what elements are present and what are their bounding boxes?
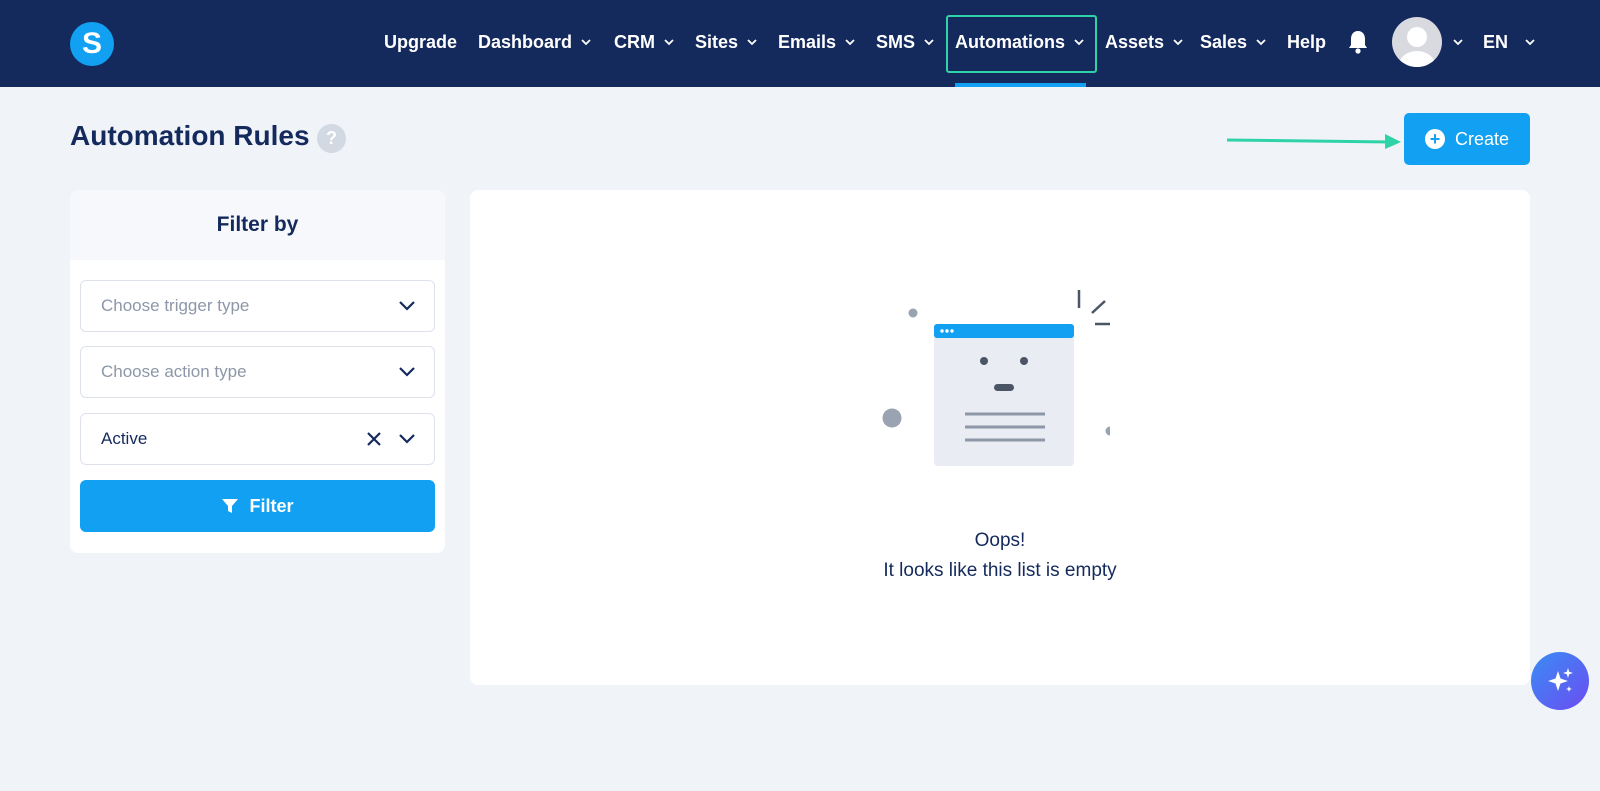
nav-automations-label: Automations — [955, 31, 1065, 52]
sparkles-icon — [1548, 668, 1573, 692]
trigger-type-select[interactable]: Choose trigger type — [80, 280, 435, 332]
status-select[interactable]: Active — [80, 413, 435, 465]
chevron-down-icon — [581, 39, 591, 46]
empty-state-message: It looks like this list is empty — [883, 560, 1117, 581]
empty-state-title: Oops! — [974, 530, 1026, 551]
nav-sales-label: Sales — [1200, 31, 1248, 52]
funnel-icon — [222, 499, 239, 513]
chevron-down-icon — [1525, 39, 1535, 46]
nav-emails[interactable]: Emails — [778, 30, 856, 54]
language-label: EN — [1483, 31, 1509, 52]
user-avatar[interactable] — [1392, 17, 1442, 67]
filter-panel: Filter by Choose trigger type Choose act… — [70, 190, 445, 553]
nav-emails-label: Emails — [778, 31, 837, 52]
bell-icon[interactable] — [1346, 29, 1370, 55]
filter-title: Filter by — [70, 190, 445, 260]
chevron-down-icon — [924, 39, 934, 46]
nav-sites[interactable]: Sites — [695, 30, 758, 54]
nav-upgrade[interactable]: Upgrade — [384, 30, 457, 54]
create-button-label: Create — [1454, 128, 1510, 149]
empty-list-illustration — [882, 290, 1110, 466]
chevron-down-icon — [1173, 39, 1183, 46]
nav-sms-label: SMS — [876, 31, 916, 52]
arrow-annotation-icon — [1226, 134, 1401, 149]
active-nav-indicator — [955, 83, 1086, 87]
filter-button[interactable]: Filter — [80, 480, 435, 532]
chevron-down-icon — [1256, 39, 1266, 46]
nav-sales[interactable]: Sales — [1200, 30, 1267, 54]
avatar-silhouette-icon — [1399, 27, 1435, 67]
close-icon[interactable] — [366, 431, 382, 447]
top-navbar: S Upgrade Dashboard CRM Sites Emails SMS… — [0, 0, 1600, 87]
nav-sites-label: Sites — [695, 31, 739, 52]
nav-dashboard[interactable]: Dashboard — [478, 30, 592, 54]
language-selector[interactable]: EN — [1483, 30, 1536, 54]
filter-button-label: Filter — [249, 495, 294, 516]
nav-upgrade-label: Upgrade — [384, 31, 458, 52]
action-type-select[interactable]: Choose action type — [80, 346, 435, 398]
ai-assistant-button[interactable] — [1531, 652, 1589, 710]
nav-assets-label: Assets — [1105, 31, 1165, 52]
chevron-down-icon — [747, 39, 757, 46]
chevron-down-icon — [1074, 39, 1084, 46]
chevron-down-icon[interactable] — [1452, 36, 1464, 48]
rules-list-panel: Oops! It looks like this list is empty — [470, 190, 1530, 685]
nav-crm[interactable]: CRM — [614, 30, 675, 54]
chevron-down-icon — [399, 367, 415, 377]
page-title: Automation Rules — [70, 120, 310, 151]
nav-assets[interactable]: Assets — [1105, 30, 1184, 54]
action-type-placeholder: Choose action type — [101, 362, 247, 381]
trigger-type-placeholder: Choose trigger type — [101, 296, 250, 315]
nav-help-label: Help — [1287, 31, 1327, 52]
nav-crm-label: CRM — [614, 31, 655, 52]
chevron-down-icon — [664, 39, 674, 46]
nav-help[interactable]: Help — [1287, 30, 1326, 54]
create-button[interactable]: + Create — [1404, 113, 1530, 165]
plus-circle-icon: + — [1424, 129, 1445, 149]
help-icon[interactable]: ? — [317, 124, 346, 153]
chevron-down-icon — [845, 39, 855, 46]
nav-automations[interactable]: Automations — [955, 30, 1085, 54]
app-logo[interactable]: S — [70, 22, 114, 66]
chevron-down-icon — [399, 301, 415, 311]
status-value: Active — [101, 429, 148, 448]
chevron-down-icon — [399, 434, 415, 444]
nav-dashboard-label: Dashboard — [478, 31, 573, 52]
nav-sms[interactable]: SMS — [876, 30, 935, 54]
